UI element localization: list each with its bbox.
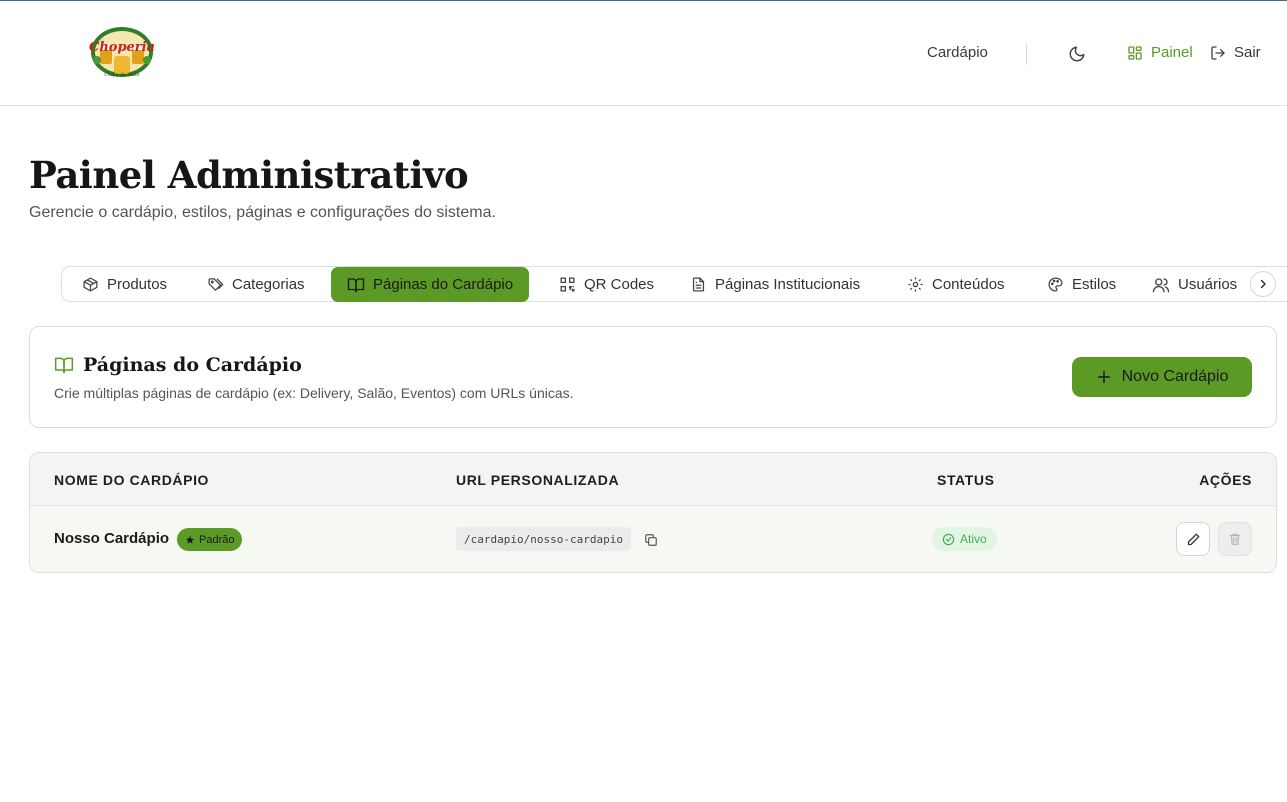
layout-grid-icon — [1128, 45, 1142, 60]
logo-subtext: Chopp de Malte — [104, 72, 140, 78]
book-open-icon — [347, 277, 365, 292]
table-header: NOME DO CARDÁPIO URL PERSONALIZADA STATU… — [30, 453, 1276, 506]
delete-button[interactable] — [1218, 522, 1252, 556]
nav-link-painel[interactable]: Painel — [1127, 44, 1193, 61]
edit-button[interactable] — [1176, 522, 1210, 556]
status-badge: Ativo — [932, 527, 997, 551]
file-text-icon — [692, 277, 705, 292]
tab-categorias[interactable]: Categorias — [207, 267, 305, 302]
book-open-icon — [54, 357, 74, 374]
menu-url: /cardapio/nosso-cardapio — [456, 527, 631, 551]
tags-icon — [208, 278, 224, 291]
new-menu-label: Novo Cardápio — [1121, 368, 1229, 385]
tab-estilos[interactable]: Estilos — [1047, 267, 1116, 302]
moon-icon — [1069, 46, 1085, 62]
package-icon — [83, 277, 98, 292]
nav-divider — [1026, 43, 1027, 65]
tab-label: Páginas do Cardápio — [373, 276, 514, 293]
logout-label: Sair — [1234, 44, 1261, 61]
logout-link[interactable]: Sair — [1210, 44, 1261, 61]
users-icon — [1152, 277, 1170, 292]
choperia-logo[interactable]: Choperia Chopp de Malte — [88, 26, 156, 80]
tab-conteudos[interactable]: Conteúdos — [907, 267, 1005, 302]
status-label: Ativo — [960, 532, 987, 546]
tab-label: Conteúdos — [932, 276, 1005, 293]
pencil-icon — [1187, 533, 1199, 545]
page-subtitle: Gerencie o cardápio, estilos, páginas e … — [29, 204, 496, 221]
site-header: Choperia Chopp de Malte Cardápio Painel … — [0, 1, 1287, 106]
tab-label: Páginas Institucionais — [715, 276, 861, 293]
copy-icon — [645, 534, 657, 546]
column-header-actions: AÇÕES — [1199, 472, 1252, 488]
tab-label: QR Codes — [584, 276, 655, 293]
menu-pages-table: NOME DO CARDÁPIO URL PERSONALIZADA STATU… — [29, 452, 1277, 573]
column-header-url: URL PERSONALIZADA — [456, 472, 620, 488]
menu-name: Nosso Cardápio — [54, 530, 170, 547]
palette-icon — [1048, 277, 1063, 292]
tab-paginas-do-cardapio[interactable]: Páginas do Cardápio — [331, 267, 530, 302]
default-badge-label: Padrão — [199, 533, 235, 546]
logout-icon — [1211, 45, 1225, 60]
new-menu-button[interactable]: Novo Cardápio — [1072, 357, 1252, 397]
tab-label: Estilos — [1072, 276, 1117, 293]
page-title: Painel Administrativo — [29, 153, 469, 197]
card-title-text: Páginas do Cardápio — [83, 354, 302, 376]
tab-usuarios[interactable]: Usuários — [1152, 267, 1237, 302]
gear-icon — [908, 277, 923, 292]
chevron-right-icon — [1260, 279, 1266, 289]
nav-link-cardapio[interactable]: Cardápio — [927, 44, 988, 61]
default-badge: Padrão — [177, 528, 243, 551]
tab-paginas-institucionais[interactable]: Páginas Institucionais — [690, 267, 860, 302]
qr-code-icon — [560, 277, 575, 292]
theme-toggle-button[interactable] — [1066, 43, 1088, 65]
tab-label: Usuários — [1178, 276, 1238, 293]
plus-icon — [1097, 370, 1110, 384]
copy-url-button[interactable] — [642, 531, 660, 549]
column-header-name: NOME DO CARDÁPIO — [54, 472, 210, 488]
card-description: Crie múltiplas páginas de cardápio (ex: … — [54, 385, 574, 401]
tab-label: Categorias — [232, 276, 305, 293]
tab-label: Produtos — [107, 276, 168, 293]
check-circle-icon — [942, 533, 955, 545]
tab-produtos[interactable]: Produtos — [82, 267, 167, 302]
admin-tabs: Produtos Categorias Páginas do Cardápio … — [61, 266, 1287, 302]
menu-pages-card: Páginas do Cardápio Crie múltiplas págin… — [29, 326, 1277, 428]
logo-wordmark: Choperia — [89, 40, 155, 55]
column-header-status: STATUS — [937, 472, 995, 488]
card-title: Páginas do Cardápio — [54, 354, 302, 376]
star-icon — [185, 535, 195, 544]
tabs-scroll-right-button[interactable] — [1250, 271, 1276, 297]
nav-painel-label: Painel — [1151, 44, 1193, 61]
trash-icon — [1229, 533, 1241, 545]
tab-qr-codes[interactable]: QR Codes — [559, 267, 654, 302]
table-row: Nosso Cardápio Padrão /cardapio/nosso-ca… — [30, 506, 1276, 572]
